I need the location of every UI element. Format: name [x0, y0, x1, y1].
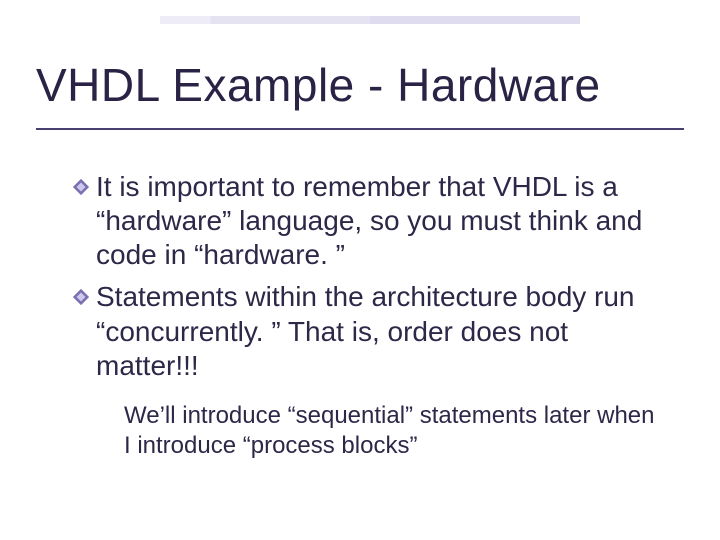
- title-area: VHDL Example - Hardware: [36, 58, 684, 130]
- diamond-bullet-icon: [72, 288, 90, 306]
- body-area: It is important to remember that VHDL is…: [72, 170, 660, 461]
- slide: VHDL Example - Hardware It is important …: [0, 0, 720, 540]
- decorative-top-bar: [160, 16, 580, 24]
- subbullet-text: We’ll introduce “sequential” statements …: [124, 401, 660, 461]
- title-underline: [36, 128, 684, 130]
- subbullet-item: We’ll introduce “sequential” statements …: [110, 401, 660, 461]
- bullet-item: It is important to remember that VHDL is…: [72, 170, 660, 272]
- subbullet-group: We’ll introduce “sequential” statements …: [110, 401, 660, 461]
- slide-title: VHDL Example - Hardware: [36, 58, 684, 122]
- bullet-text: It is important to remember that VHDL is…: [96, 170, 660, 272]
- bullet-item: Statements within the architecture body …: [72, 280, 660, 382]
- diamond-bullet-icon: [72, 178, 90, 196]
- bullet-text: Statements within the architecture body …: [96, 280, 660, 382]
